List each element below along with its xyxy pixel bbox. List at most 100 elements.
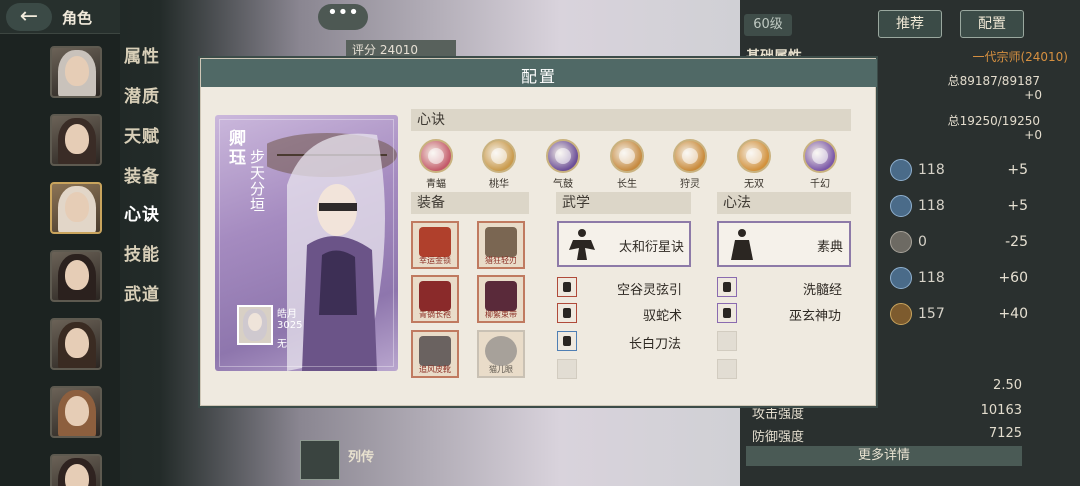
character-portrait[interactable] — [50, 114, 102, 166]
chat-button[interactable]: ••• — [318, 4, 368, 30]
character-list — [0, 34, 120, 486]
stat-value: 118 — [918, 162, 945, 178]
empty-mind-slot[interactable] — [717, 331, 737, 351]
stat-row: 118 +5 — [890, 157, 1060, 183]
score-label: 评分 — [352, 43, 377, 57]
equipment-slot[interactable]: 幸运金锁 — [411, 221, 459, 269]
equipment-label: 青镝长袍 — [419, 310, 451, 319]
attr-label: 防御强度 — [752, 430, 805, 445]
martial-arts-sub-slot[interactable]: 长白刀法 — [557, 331, 691, 353]
blade-icon — [485, 227, 517, 257]
recommend-button[interactable]: 推荐 — [878, 10, 942, 38]
hp-total: 总89187/89187 — [947, 74, 1040, 88]
xinjue-slot[interactable]: 千幻 — [795, 139, 845, 190]
stat-delta: +5 — [1007, 198, 1028, 214]
character-portrait[interactable] — [50, 318, 102, 370]
mind-sub-icon — [717, 277, 737, 297]
nav-talent[interactable]: 天赋 — [124, 122, 160, 147]
martial-sub-name: 驭蛇术 — [643, 309, 683, 324]
xinjue-label: 桃华 — [489, 179, 509, 190]
page-title: 角色 — [62, 9, 93, 27]
character-name: 卿珏 — [225, 129, 245, 167]
character-portrait-selected[interactable] — [50, 182, 102, 234]
equipment-label: 幸运金锁 — [419, 256, 451, 265]
focus-stat-icon — [890, 303, 912, 325]
equipment-slot[interactable]: 柳絮束带 — [477, 275, 525, 323]
nav-equipment[interactable]: 装备 — [124, 162, 160, 187]
mind-sub-name: 洗髓经 — [803, 283, 843, 298]
martial-sub-icon — [557, 277, 577, 297]
equipment-label: 柳絮束带 — [485, 310, 517, 319]
xinjue-label: 无双 — [744, 179, 764, 190]
martial-arts-main-slot[interactable]: 太和衍星诀 — [557, 221, 691, 267]
character-signature-skill: 步天分垣 — [248, 149, 266, 213]
equipment-label: 追风皮靴 — [419, 365, 451, 374]
mp-bonus: +0 — [1024, 128, 1042, 142]
martial-arts-sub-slot[interactable]: 驭蛇术 — [557, 303, 691, 325]
stat-row: 0 -25 — [890, 229, 1060, 255]
companion-status: 无 — [277, 339, 287, 350]
robe-icon — [419, 281, 451, 311]
stat-delta: +40 — [998, 306, 1028, 322]
more-details-button[interactable]: 更多详情 — [746, 446, 1022, 466]
dialog-header: 配置 — [201, 59, 877, 87]
mind-method-main-name: 素典 — [817, 240, 844, 255]
xinjue-slot[interactable]: 气鼓 — [538, 139, 588, 190]
xinjue-orb-icon — [419, 139, 453, 173]
xinjue-slot[interactable]: 青蝠 — [411, 139, 461, 190]
stat-value: 118 — [918, 198, 945, 214]
attr-value: 7125 — [988, 426, 1022, 441]
xinjue-slot[interactable]: 无双 — [729, 139, 779, 190]
equipment-slot[interactable]: 猎狂轻刃 — [477, 221, 525, 269]
xinjue-label: 狩灵 — [680, 179, 700, 190]
character-portrait[interactable] — [50, 454, 102, 486]
character-portrait[interactable] — [50, 250, 102, 302]
config-button[interactable]: 配置 — [960, 10, 1024, 38]
dialog-title: 配置 — [520, 67, 557, 86]
xinjue-label: 长生 — [617, 179, 637, 190]
equipment-label: 猫儿眼 — [489, 365, 513, 374]
mind-sub-name: 巫玄神功 — [789, 309, 842, 324]
empty-martial-slot[interactable] — [557, 359, 577, 379]
nav-martial-path[interactable]: 武道 — [124, 280, 160, 305]
xinjue-slot[interactable]: 长生 — [602, 139, 652, 190]
martial-arts-section-title: 武学 — [556, 192, 691, 214]
mind-figure-icon — [731, 229, 753, 260]
mind-method-sub-slot[interactable]: 洗髓经 — [717, 277, 851, 299]
xinjue-orb-icon — [546, 139, 580, 173]
biography-icon — [300, 440, 340, 480]
biography-button[interactable]: 列传 — [300, 440, 410, 480]
character-portrait[interactable] — [50, 386, 102, 438]
gem-icon — [485, 336, 517, 366]
character-card[interactable]: 卿珏 步天分垣 皓月 3025 无 — [215, 115, 398, 371]
martial-arts-sub-slot[interactable]: 空谷灵弦引 — [557, 277, 691, 299]
stat-row: 118 +5 — [890, 193, 1060, 219]
character-portrait[interactable] — [50, 46, 102, 98]
equipment-slot[interactable]: 猫儿眼 — [477, 330, 525, 378]
nav-attributes[interactable]: 属性 — [124, 42, 160, 67]
martial-arts-main-name: 太和衍星诀 — [619, 240, 685, 255]
xinjue-slot[interactable]: 狩灵 — [665, 139, 715, 190]
nav-xinjue[interactable]: 心诀 — [124, 200, 160, 225]
boots-icon — [419, 336, 451, 366]
empty-mind-slot[interactable] — [717, 359, 737, 379]
nav-skills[interactable]: 技能 — [124, 240, 160, 265]
score-value: 24010 — [379, 43, 419, 57]
equipment-slot[interactable]: 青镝长袍 — [411, 275, 459, 323]
xinjue-label: 青蝠 — [426, 179, 446, 190]
mind-sub-icon — [717, 303, 737, 323]
stat-delta: -25 — [1005, 234, 1028, 250]
equipment-slot[interactable]: 追风皮靴 — [411, 330, 459, 378]
companion-avatar[interactable] — [237, 305, 273, 345]
top-bar: ← 角色 — [0, 0, 120, 34]
mind-method-sub-slot[interactable]: 巫玄神功 — [717, 303, 851, 325]
xinjue-orb-icon — [803, 139, 837, 173]
xinjue-label: 千幻 — [810, 179, 830, 190]
necklace-icon — [419, 227, 451, 257]
back-button[interactable]: ← — [6, 3, 52, 31]
xinjue-slot[interactable]: 桃华 — [474, 139, 524, 190]
martial-figure-icon — [569, 229, 595, 260]
score-display: 评分 24010 — [346, 40, 456, 60]
nav-potential[interactable]: 潜质 — [124, 82, 160, 107]
mind-method-main-slot[interactable]: 素典 — [717, 221, 851, 267]
